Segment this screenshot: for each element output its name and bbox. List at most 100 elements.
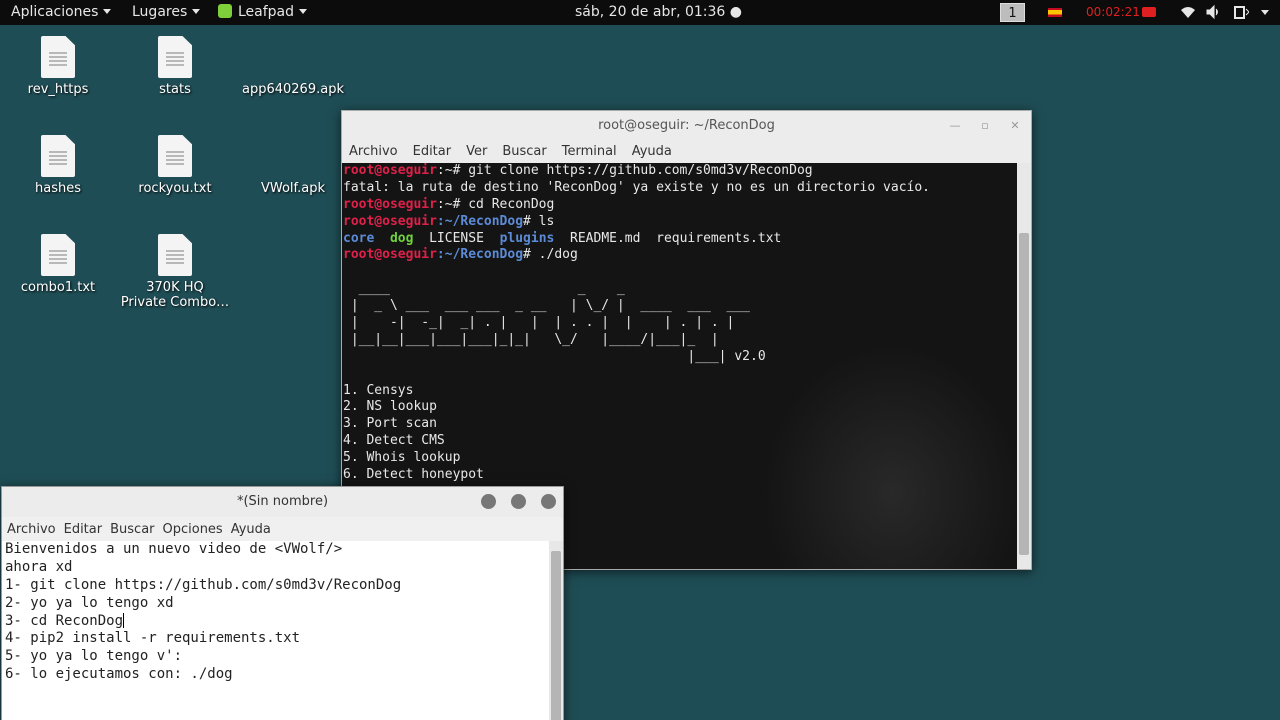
terminal-line: root@oseguir:~# cd ReconDog — [343, 196, 555, 212]
desktop-icon-vwolf-apk[interactable]: VWolf.apk — [237, 135, 349, 196]
text-caret — [123, 612, 125, 628]
desktop-icon-label: stats — [159, 82, 191, 97]
editor-line-text: 3- cd ReconDog — [5, 612, 124, 629]
power-icon[interactable] — [1233, 5, 1249, 19]
leafpad-icon — [218, 4, 232, 18]
file-icon — [158, 36, 192, 78]
terminal-line: root@oseguir:~/ReconDog# ./dog — [343, 247, 578, 263]
apk-icon — [237, 36, 349, 82]
wifi-icon[interactable] — [1180, 5, 1196, 19]
editor-line: 4- pip2 install -r requirements.txt — [5, 630, 301, 647]
banner-line: | -| -_| _| . | | | . . | | | . | . | — [343, 315, 735, 331]
banner-line: | _ \ ___ ___ ___ _ __ | \_/ | ____ ___ … — [343, 298, 758, 314]
menu-ayuda[interactable]: Ayuda — [632, 144, 672, 159]
camera-icon — [1141, 7, 1156, 17]
file-icon — [41, 36, 75, 78]
desktop-icon-label: hashes — [35, 181, 81, 196]
menu-option: 3. Port scan — [343, 416, 437, 432]
applications-menu[interactable]: Aplicaciones — [11, 4, 112, 20]
apk-icon — [237, 135, 349, 181]
menu-option: 2. NS lookup — [343, 399, 437, 415]
leafpad-window[interactable]: *(Sin nombre) Archivo Editar Buscar Opcione… — [1, 486, 564, 720]
file-icon — [158, 135, 192, 177]
chevron-down-icon — [192, 9, 201, 14]
file-icon — [41, 234, 75, 276]
editor-line: ahora xd — [5, 558, 73, 575]
text-editor-area[interactable]: Bienvenidos a un nuevo video de <VWolf/>… — [2, 541, 549, 720]
top-panel: Aplicaciones Lugares Leafpad sáb, 20 de … — [0, 0, 1280, 25]
places-label: Lugares — [132, 4, 188, 20]
terminal-scrollbar[interactable] — [1017, 163, 1031, 569]
desktop-icon-label: combo1.txt — [20, 280, 96, 295]
menu-option: 1. Censys — [343, 382, 414, 398]
minimize-icon[interactable] — [481, 494, 496, 509]
editor-line: Bienvenidos a un nuevo video de <VWolf/> — [5, 541, 343, 557]
terminal-titlebar[interactable]: root@oseguir: ~/ReconDog — ▫ ✕ — [342, 111, 1031, 141]
banner-line: ____ _ _ — [343, 281, 750, 297]
desktop-icon-combo1[interactable]: combo1.txt — [3, 234, 113, 295]
window-title: *(Sin nombre) — [236, 494, 329, 509]
clock[interactable]: sáb, 20 de abr, 01:36 ● — [575, 4, 742, 20]
maximize-icon[interactable] — [511, 494, 526, 509]
menu-option: 5. Whois lookup — [343, 450, 461, 466]
desktop-icon-hashes[interactable]: hashes — [3, 135, 113, 196]
terminal-line: fatal: la ruta de destino 'ReconDog' ya … — [343, 179, 930, 195]
leafpad-app-menu[interactable]: Leafpad — [218, 4, 308, 20]
places-menu[interactable]: Lugares — [132, 4, 201, 20]
terminal-line: root@oseguir:~/ReconDog# ls — [343, 213, 555, 229]
menu-buscar[interactable]: Buscar — [110, 522, 154, 537]
menu-ver[interactable]: Ver — [466, 144, 487, 159]
menu-option: 6. Detect honeypot — [343, 467, 484, 483]
banner-line: |___| v2.0 — [343, 348, 766, 364]
scrollbar-thumb[interactable] — [1019, 233, 1029, 555]
close-icon[interactable]: ✕ — [1009, 120, 1021, 132]
editor-line: 5- yo ya lo tengo v': — [5, 648, 183, 665]
leafpad-menubar: Archivo Editar Buscar Opciones Ayuda — [2, 517, 563, 541]
menu-editar[interactable]: Editar — [413, 144, 452, 159]
recording-indicator[interactable]: 00:02:21 — [1086, 5, 1156, 19]
desktop-icon-label: rev_https — [27, 82, 89, 97]
menu-opciones[interactable]: Opciones — [163, 522, 223, 537]
menu-editar[interactable]: Editar — [64, 522, 103, 537]
desktop-icon-rockyou[interactable]: rockyou.txt — [120, 135, 230, 196]
desktop-icon-stats[interactable]: stats — [120, 36, 230, 97]
menu-archivo[interactable]: Archivo — [7, 522, 56, 537]
leafpad-titlebar[interactable]: *(Sin nombre) — [2, 487, 563, 517]
desktop-icon-rev-https[interactable]: rev_https — [3, 36, 113, 97]
maximize-icon[interactable]: ▫ — [979, 120, 991, 132]
desktop-icon-label: VWolf.apk — [260, 181, 326, 196]
record-time: 00:02:21 — [1086, 5, 1140, 19]
close-icon[interactable] — [541, 494, 556, 509]
menu-archivo[interactable]: Archivo — [349, 144, 398, 159]
terminal-line: core dog LICENSE plugins README.md requi… — [343, 230, 782, 246]
desktop-icon-label: 370K HQ Private Combo… — [120, 280, 230, 310]
editor-line: 1- git clone https://github.com/s0md3v/R… — [5, 576, 402, 593]
menu-buscar[interactable]: Buscar — [502, 144, 546, 159]
chevron-down-icon[interactable] — [1261, 10, 1269, 15]
chevron-down-icon — [299, 9, 308, 14]
minimize-icon[interactable]: — — [949, 120, 961, 132]
volume-icon[interactable] — [1206, 5, 1222, 19]
terminal-menubar: Archivo Editar Ver Buscar Terminal Ayuda — [342, 141, 1031, 163]
terminal-line: root@oseguir:~# git clone https://github… — [343, 163, 813, 178]
window-title: root@oseguir: ~/ReconDog — [598, 118, 775, 133]
editor-line: 2- yo ya lo tengo xd — [5, 594, 174, 611]
banner-line: |__|__|___|___|___|_|_| \_/ |____/|___|_… — [343, 331, 719, 347]
editor-line: 6- lo ejecutamos con: ./dog — [5, 666, 233, 683]
workspace-switcher[interactable]: 1 — [1000, 3, 1025, 22]
scrollbar-thumb[interactable] — [551, 551, 561, 720]
editor-line: 3- cd ReconDog — [5, 612, 549, 631]
desktop-icon-label: rockyou.txt — [138, 181, 212, 196]
chevron-down-icon — [103, 9, 112, 14]
desktop-icon-private-combo[interactable]: 370K HQ Private Combo… — [120, 234, 230, 310]
menu-terminal[interactable]: Terminal — [562, 144, 617, 159]
keyboard-layout-flag-icon[interactable] — [1048, 8, 1062, 17]
leafpad-label: Leafpad — [238, 4, 295, 20]
file-icon — [158, 234, 192, 276]
editor-scrollbar[interactable] — [549, 541, 563, 720]
menu-option: 4. Detect CMS — [343, 433, 445, 449]
menu-ayuda[interactable]: Ayuda — [231, 522, 271, 537]
desktop-icon-app-apk[interactable]: app640269.apk — [237, 36, 349, 97]
